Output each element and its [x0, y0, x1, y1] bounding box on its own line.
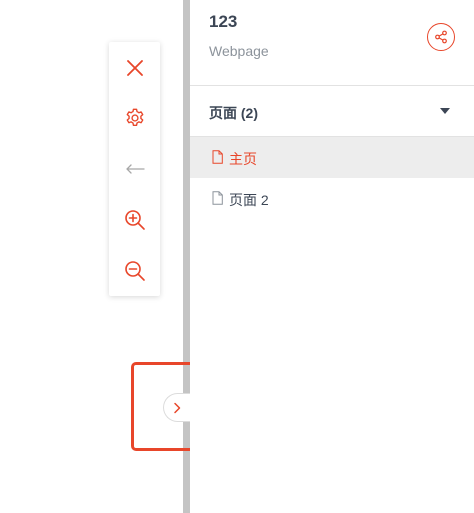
- editor-stage: 123 Webpage 页面 (2) 主页 页面 2: [0, 0, 474, 513]
- site-type: Webpage: [209, 43, 269, 59]
- pages-section-label: 页面 (2): [209, 105, 258, 121]
- document-icon: [212, 191, 223, 205]
- zoom-out-icon: [124, 260, 145, 281]
- share-button[interactable]: [427, 23, 455, 51]
- close-button[interactable]: [121, 54, 148, 81]
- pages-panel: 123 Webpage 页面 (2) 主页 页面 2: [190, 0, 474, 513]
- site-title: 123: [209, 12, 238, 31]
- expand-panel-button[interactable]: [163, 393, 190, 422]
- zoom-out-button[interactable]: [121, 257, 148, 284]
- back-button[interactable]: [121, 155, 148, 182]
- chevron-right-icon: [174, 402, 181, 413]
- page-item-label: 主页: [229, 151, 257, 167]
- page-item-label: 页面 2: [229, 192, 269, 208]
- zoom-in-icon: [124, 209, 145, 230]
- page-item-home[interactable]: 主页: [190, 137, 474, 178]
- gear-icon: [126, 108, 143, 126]
- zoom-in-button[interactable]: [121, 206, 148, 233]
- document-icon: [212, 150, 223, 164]
- settings-button[interactable]: [121, 104, 148, 131]
- caret-down-icon: [440, 108, 450, 114]
- canvas-toolbar: [109, 42, 160, 296]
- close-icon: [126, 59, 143, 76]
- page-item-page-2[interactable]: 页面 2: [190, 178, 474, 219]
- panel-resize-handle[interactable]: [183, 0, 190, 513]
- share-icon: [435, 30, 447, 44]
- pages-section-toggle[interactable]: 页面 (2): [190, 86, 474, 136]
- arrow-left-icon: [125, 163, 145, 174]
